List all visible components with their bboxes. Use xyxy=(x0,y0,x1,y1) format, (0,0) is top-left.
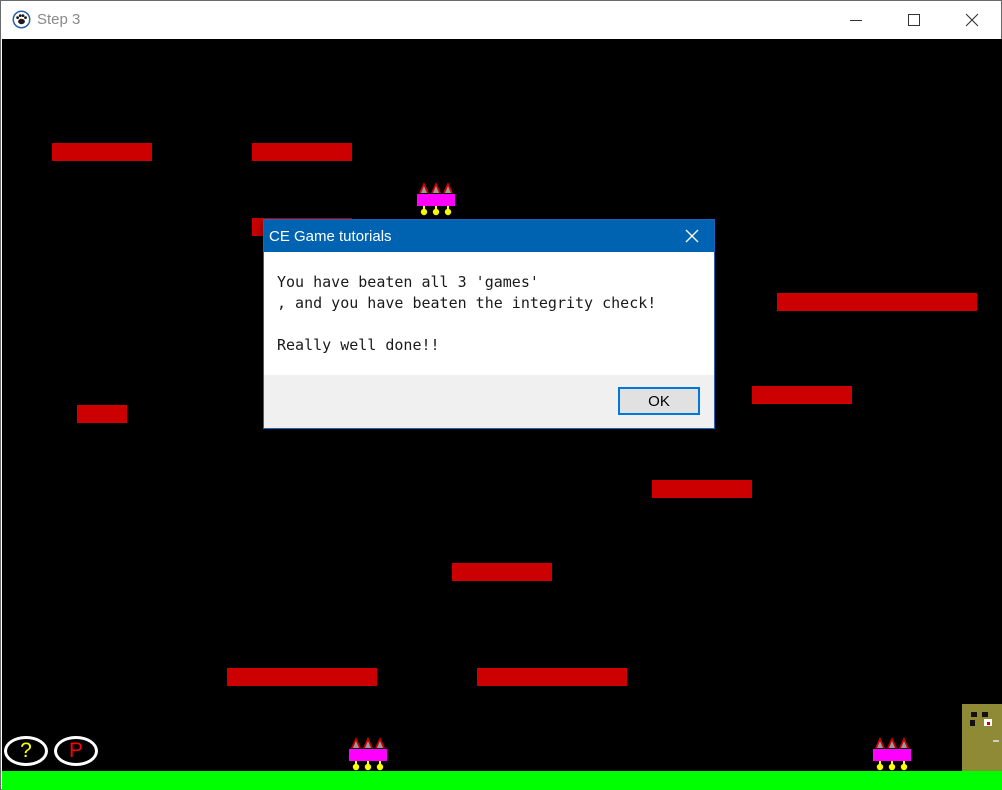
help-button[interactable]: ? xyxy=(4,736,48,766)
player-sprite xyxy=(962,704,1002,771)
ok-button[interactable]: OK xyxy=(618,387,700,415)
player-face-icon xyxy=(970,712,999,742)
platform xyxy=(52,143,152,161)
pause-button[interactable]: P xyxy=(54,736,98,766)
platform xyxy=(477,668,627,686)
close-button[interactable] xyxy=(943,1,1001,39)
platform xyxy=(77,405,127,423)
close-icon xyxy=(685,229,699,243)
dialog-message: You have beaten all 3 'games' , and you … xyxy=(277,273,657,354)
pause-label: P xyxy=(68,739,83,762)
title-bar[interactable]: Step 3 xyxy=(1,1,1001,39)
platform xyxy=(652,480,752,498)
maximize-button[interactable] xyxy=(885,1,943,39)
ground xyxy=(2,771,1002,790)
minimize-icon xyxy=(850,20,862,21)
dialog-footer: OK xyxy=(264,375,714,428)
game-window: Step 3 ? P CE Game tutorials You have be… xyxy=(0,0,1002,790)
window-title: Step 3 xyxy=(37,11,81,28)
close-icon xyxy=(965,13,979,27)
platform xyxy=(452,563,552,581)
minimize-button[interactable] xyxy=(827,1,885,39)
dialog-close-button[interactable] xyxy=(670,220,714,252)
platform xyxy=(227,668,377,686)
help-label: ? xyxy=(20,739,32,762)
enemy-sprite xyxy=(417,182,455,216)
dialog-body: You have beaten all 3 'games' , and you … xyxy=(264,252,714,375)
message-dialog: CE Game tutorials You have beaten all 3 … xyxy=(263,219,715,429)
dialog-title-bar[interactable]: CE Game tutorials xyxy=(264,220,714,252)
paw-icon xyxy=(12,10,31,29)
maximize-icon xyxy=(908,14,920,26)
platform xyxy=(752,386,852,404)
dialog-title: CE Game tutorials xyxy=(269,228,392,245)
enemy-sprite xyxy=(873,737,911,771)
enemy-sprite xyxy=(349,737,387,771)
platform xyxy=(252,143,352,161)
platform xyxy=(777,293,977,311)
